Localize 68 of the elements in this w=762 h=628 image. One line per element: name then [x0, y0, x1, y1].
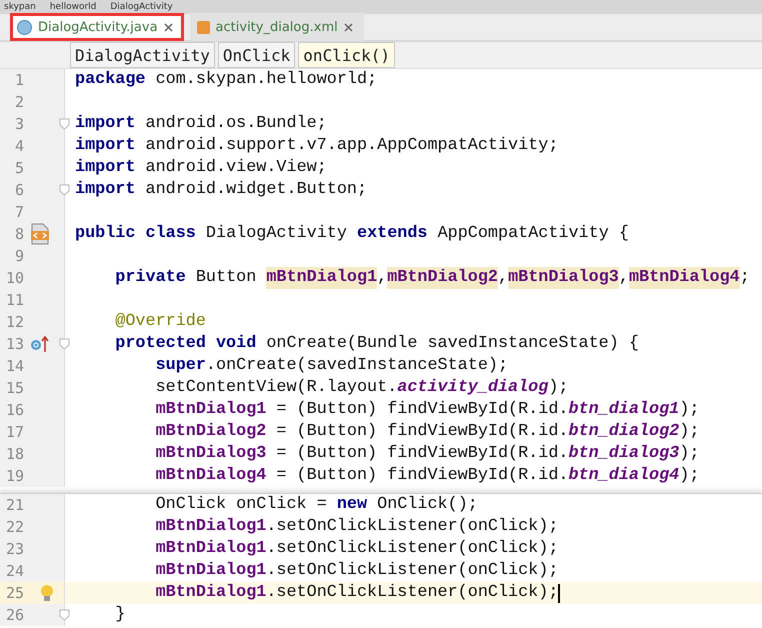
tab-label: DialogActivity.java	[38, 20, 158, 34]
code-line: setContentView(R.layout.activity_dialog);	[154, 377, 568, 399]
code-line: import android.support.v7.app.AppCompatActivity;	[74, 135, 558, 157]
line-number: 25	[4, 584, 24, 602]
code-line: import android.view.View;	[74, 157, 327, 179]
code-line: mBtnDialog1 = (Button) findViewById(R.id.btn_dialog1);	[154, 399, 700, 421]
code-line: import android.widget.Button;	[74, 179, 368, 201]
line-number: 19	[4, 467, 24, 485]
editor-tab[interactable]: DialogActivity.java	[10, 13, 184, 41]
code-line: mBtnDialog1.setOnClickListener(onClick);	[154, 560, 558, 582]
line-number: 12	[4, 313, 24, 331]
line-number: 13	[4, 335, 24, 353]
code-line: private Button mBtnDialog1,mBtnDialog2,mBtnDialog3,mBtnDialog4;	[114, 267, 750, 289]
class-icon	[17, 20, 32, 34]
line-number: 8	[14, 225, 24, 243]
fold-icon[interactable]	[59, 338, 70, 350]
code-line: @Override	[114, 311, 206, 333]
lightbulb-icon[interactable]	[40, 584, 54, 602]
line-number: 10	[4, 269, 24, 287]
line-number: 1	[14, 71, 24, 89]
code-line: mBtnDialog1.setOnClickListener(onClick);	[154, 538, 558, 560]
breadcrumb[interactable]: OnClick	[218, 42, 296, 68]
code-line: mBtnDialog2 = (Button) findViewById(R.id.btn_dialog2);	[154, 421, 700, 443]
layout-file-icon	[196, 20, 210, 34]
code-line: mBtnDialog1.setOnClickListener(onClick);	[154, 582, 560, 604]
layout-file-icon[interactable]	[30, 223, 50, 245]
path-item[interactable]: skypan	[4, 1, 36, 13]
line-number: 9	[14, 247, 24, 265]
code-line: super.onCreate(savedInstanceState);	[154, 355, 508, 377]
line-number: 5	[14, 159, 24, 177]
code-line: mBtnDialog4 = (Button) findViewById(R.id.btn_dialog4);	[154, 465, 700, 487]
override-icon[interactable]	[30, 335, 50, 353]
fold-icon[interactable]	[59, 184, 70, 196]
line-number: 26	[4, 606, 24, 624]
code-line: mBtnDialog1.setOnClickListener(onClick);	[154, 516, 558, 538]
line-number: 7	[14, 203, 24, 221]
line-number: 14	[4, 357, 24, 375]
code-line: protected void onCreate(Bundle savedInstanceState) {	[114, 333, 639, 355]
path-item[interactable]: DialogActivity	[110, 1, 173, 13]
code-line: mBtnDialog3 = (Button) findViewById(R.id.btn_dialog3);	[154, 443, 700, 465]
line-number: 2	[14, 93, 24, 111]
close-icon[interactable]	[164, 22, 173, 32]
code-line: import android.os.Bundle;	[74, 113, 327, 135]
fold-icon[interactable]	[59, 609, 70, 621]
line-number: 18	[4, 445, 24, 463]
line-number: 3	[14, 115, 24, 133]
line-number: 23	[4, 540, 24, 558]
tab-label: activity_dialog.xml	[216, 20, 338, 34]
line-number: 15	[4, 379, 24, 397]
line-number: 16	[4, 401, 24, 419]
line-number: 22	[4, 518, 24, 536]
code-line: }	[114, 604, 126, 626]
line-number: 24	[4, 562, 24, 580]
path-item[interactable]: helloworld	[50, 1, 96, 13]
code-line: public class DialogActivity extends AppCompatActivity {	[74, 223, 629, 245]
line-number: 6	[14, 181, 24, 199]
code-line: package com.skypan.helloworld;	[74, 69, 378, 91]
line-number: 17	[4, 423, 24, 441]
breadcrumb[interactable]: onClick()	[298, 42, 395, 68]
code-line: OnClick onClick = new OnClick();	[154, 494, 478, 516]
fold-icon[interactable]	[59, 118, 70, 130]
close-icon[interactable]	[344, 22, 353, 32]
text-caret	[558, 584, 560, 602]
line-number: 21	[4, 496, 24, 514]
editor-tab[interactable]: activity_dialog.xml	[190, 13, 364, 41]
line-number: 11	[4, 291, 24, 309]
breadcrumb[interactable]: DialogActivity	[70, 42, 215, 68]
line-number: 4	[14, 137, 24, 155]
